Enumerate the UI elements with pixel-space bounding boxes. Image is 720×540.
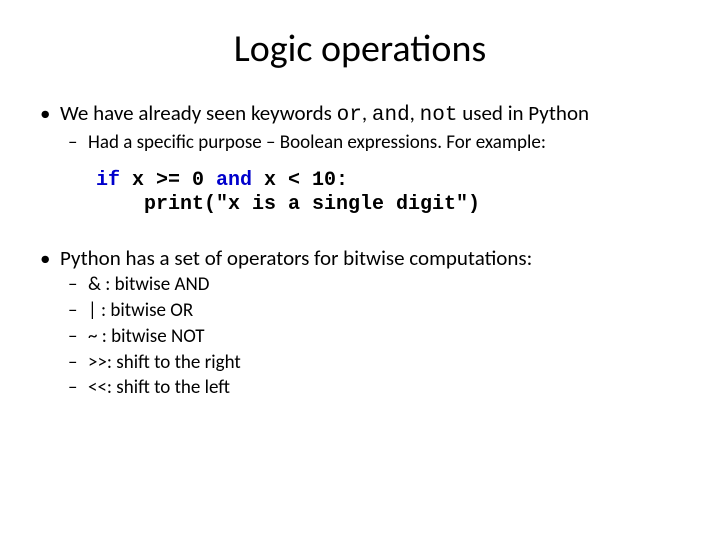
ops-list: & : bitwise AND | : bitwise OR ~ : bitwi…	[60, 273, 684, 400]
op-and: & : bitwise AND	[60, 273, 684, 297]
code-line2: print("x is a single digit")	[96, 193, 480, 216]
sub-list: Had a specific purpose – Boolean express…	[60, 131, 684, 155]
bullet-list-2: Python has a set of operators for bitwis…	[36, 245, 684, 400]
text-pre: We have already seen keywords	[60, 100, 337, 126]
keyword-or: or	[337, 104, 362, 127]
sub-purpose: Had a specific purpose – Boolean express…	[60, 131, 684, 155]
keyword-and: and	[372, 104, 410, 127]
op-shl: <<: shift to the left	[60, 376, 684, 400]
code-text: x < 10:	[252, 169, 348, 192]
text-post: used in Python	[457, 100, 589, 126]
op-or: | : bitwise OR	[60, 299, 684, 323]
sep: ,	[410, 100, 420, 126]
slide-title: Logic operations	[36, 26, 684, 72]
bullet-keywords: We have already seen keywords or, and, n…	[36, 100, 684, 155]
bullet-bitwise: Python has a set of operators for bitwis…	[36, 245, 684, 400]
bullet-bitwise-text: Python has a set of operators for bitwis…	[60, 245, 532, 271]
op-shr: >>: shift to the right	[60, 351, 684, 375]
code-text: x >= 0	[120, 169, 216, 192]
bullet-list: We have already seen keywords or, and, n…	[36, 100, 684, 155]
code-keyword-if: if	[96, 169, 120, 192]
code-example: if x >= 0 and x < 10: print("x is a sing…	[96, 169, 684, 217]
op-not: ~ : bitwise NOT	[60, 325, 684, 349]
sep: ,	[362, 100, 372, 126]
code-keyword-and: and	[216, 169, 252, 192]
keyword-not: not	[420, 104, 458, 127]
